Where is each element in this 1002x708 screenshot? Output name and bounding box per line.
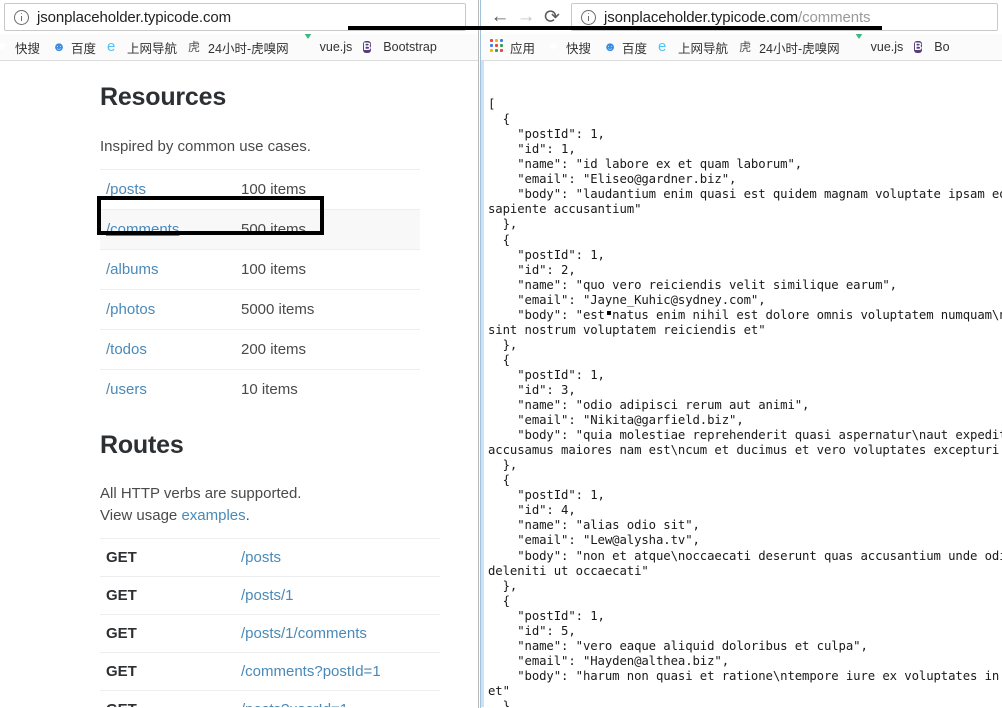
tiger-icon: 虎	[188, 40, 201, 54]
resource-link-users[interactable]: /users	[106, 381, 147, 398]
resource-count: 5000 items	[241, 301, 315, 318]
table-row[interactable]: /posts 100 items	[100, 169, 420, 210]
tiger-icon: 虎	[739, 40, 752, 54]
http-verb: GET	[106, 663, 137, 681]
bookmark-wangdaohang[interactable]: e 上网导航	[104, 38, 180, 57]
bookmark-huxiu[interactable]: 虎 24小时-虎嗅网	[185, 38, 292, 57]
resource-count: 200 items	[241, 341, 307, 358]
green-circle-icon	[546, 39, 562, 55]
bootstrap-icon: B	[914, 41, 923, 53]
json-response-viewer: [ { "postId": 1, "id": 1, "name": "id la…	[481, 61, 1002, 707]
bookmark-bootstrap[interactable]: B Bo	[911, 39, 952, 55]
table-row[interactable]: /todos 200 items	[100, 329, 420, 370]
baidu-paw-icon: ☻	[52, 39, 66, 54]
resource-link-photos[interactable]: /photos	[106, 301, 155, 318]
http-verb: GET	[106, 587, 137, 605]
resource-count: 100 items	[241, 181, 307, 198]
route-path[interactable]: /posts/1	[235, 577, 440, 615]
table-row[interactable]: GET /posts/1/comments	[100, 614, 440, 653]
right-browser-window: ← → ⟳ jsonplaceholder.typicode.com/comme…	[480, 0, 1002, 708]
table-row[interactable]: GET /posts/1	[100, 576, 440, 615]
table-row[interactable]: GET /comments?postId=1	[100, 652, 440, 691]
resources-table: /posts 100 items /comments 500 items /al…	[100, 169, 420, 409]
examples-link[interactable]: examples	[181, 507, 245, 524]
route-path[interactable]: /posts/1/comments	[235, 615, 440, 653]
route-path[interactable]: /posts	[235, 539, 440, 577]
resource-count: 100 items	[241, 261, 307, 278]
bookmark-apps[interactable]: 应用	[487, 38, 538, 57]
ie-browser-icon: e	[107, 38, 116, 55]
http-verb: GET	[106, 549, 137, 567]
left-page-content: Resources Inspired by common use cases. …	[0, 61, 478, 707]
resource-link-posts[interactable]: /posts	[106, 181, 146, 198]
resource-link-comments[interactable]: /comments	[106, 221, 179, 238]
green-circle-icon	[0, 39, 11, 55]
annotation-url-underline	[348, 26, 882, 30]
routes-heading: Routes	[100, 431, 184, 459]
vue-logo-icon	[850, 34, 867, 55]
http-verb: GET	[100, 691, 235, 707]
site-info-icon[interactable]	[14, 9, 29, 25]
routes-table: GET /posts GET /posts/1 GET /posts/1/com…	[100, 538, 440, 707]
table-row[interactable]: /comments 500 items	[100, 209, 420, 250]
table-row[interactable]: GET /posts?userId=1	[100, 690, 440, 707]
routes-description-line1: All HTTP verbs are supported.	[100, 485, 302, 502]
site-info-icon[interactable]	[581, 9, 596, 25]
bookmark-baidu[interactable]: ☻ 百度	[48, 38, 99, 57]
route-path[interactable]: /comments?postId=1	[235, 653, 440, 691]
screen-root: jsonplaceholder.typicode.com 快搜 ☻ 百度 e 上…	[0, 0, 1002, 708]
left-browser-window: jsonplaceholder.typicode.com 快搜 ☻ 百度 e 上…	[0, 0, 479, 708]
left-url-text: jsonplaceholder.typicode.com	[37, 8, 231, 26]
resource-count: 10 items	[241, 381, 298, 398]
table-row[interactable]: /albums 100 items	[100, 249, 420, 290]
baidu-paw-icon: ☻	[603, 39, 617, 54]
table-row[interactable]: /users 10 items	[100, 369, 420, 410]
bookmark-vuejs[interactable]: vue.js	[848, 34, 907, 55]
route-path[interactable]: /posts?userId=1	[235, 691, 440, 707]
bookmark-kuaisou[interactable]: 快搜	[543, 38, 594, 57]
text-caret-marker	[607, 311, 611, 315]
resources-subtitle: Inspired by common use cases.	[100, 138, 311, 155]
ie-browser-icon: e	[658, 38, 667, 55]
resources-heading: Resources	[100, 83, 227, 111]
bookmark-baidu[interactable]: ☻ 百度	[599, 38, 650, 57]
apps-grid-icon	[490, 39, 506, 55]
http-verb: GET	[106, 625, 137, 643]
json-response-text: [ { "postId": 1, "id": 1, "name": "id la…	[488, 97, 1002, 707]
routes-description-line2: View usage examples.	[100, 507, 250, 525]
bookmark-bootstrap[interactable]: B Bootstrap	[360, 39, 440, 55]
bookmark-vuejs[interactable]: vue.js	[297, 34, 356, 55]
resource-count: 500 items	[241, 221, 307, 238]
bookmark-wangdaohang[interactable]: e 上网导航	[655, 38, 731, 57]
left-bookmarks-bar: 快搜 ☻ 百度 e 上网导航 虎 24小时-虎嗅网 vue.js B Boots…	[0, 34, 478, 61]
bootstrap-icon: B	[363, 41, 372, 53]
bookmark-kuaisou[interactable]: 快搜	[0, 38, 43, 57]
right-url-text: jsonplaceholder.typicode.com/comments	[604, 8, 871, 26]
right-bookmarks-bar: 应用 快搜 ☻ 百度 e 上网导航 虎 24小时-虎嗅网 vue.js B Bo	[481, 34, 1002, 61]
vue-logo-icon	[299, 34, 316, 55]
resource-link-albums[interactable]: /albums	[106, 261, 159, 278]
table-row[interactable]: /photos 5000 items	[100, 289, 420, 330]
resource-link-todos[interactable]: /todos	[106, 341, 147, 358]
table-row[interactable]: GET /posts	[100, 538, 440, 577]
bookmark-huxiu[interactable]: 虎 24小时-虎嗅网	[736, 38, 843, 57]
